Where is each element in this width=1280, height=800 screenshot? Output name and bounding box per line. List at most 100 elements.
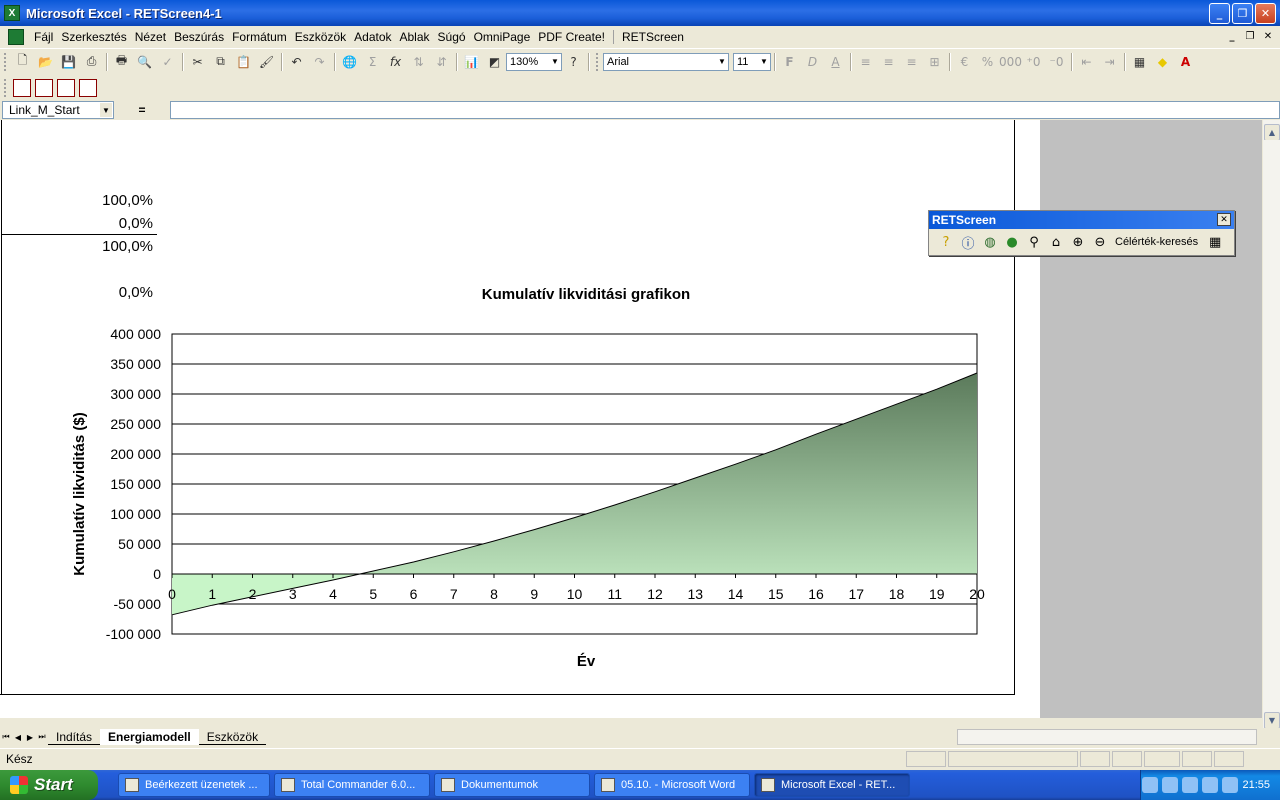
print-preview-icon[interactable]: 🔍 <box>133 51 156 73</box>
chart-wizard-icon[interactable]: 📊 <box>460 51 483 73</box>
tray-network-icon[interactable] <box>1202 777 1219 793</box>
menu-file[interactable]: Fájl <box>30 30 57 44</box>
tab-energiamodell[interactable]: Energiamodell <box>100 729 199 745</box>
globe-icon[interactable]: ◍ <box>979 231 1001 253</box>
menu-window[interactable]: Ablak <box>396 30 434 44</box>
increase-decimal-icon[interactable]: ⁺0 <box>1022 51 1045 73</box>
zoom-out-icon[interactable]: ⊖ <box>1089 231 1111 253</box>
font-name-select[interactable]: Arial ▼ <box>603 52 729 71</box>
workbook-minimize-button[interactable]: _ <box>1224 29 1240 43</box>
copy-icon[interactable]: ⧉ <box>209 51 232 73</box>
vertical-scrollbar[interactable]: ▲ ▼ <box>1262 120 1280 730</box>
save-icon[interactable]: 💾 <box>57 51 80 73</box>
zoom-in-icon[interactable]: ⊕ <box>1067 231 1089 253</box>
menu-omnipage[interactable]: OmniPage <box>470 30 535 44</box>
menu-format[interactable]: Formátum <box>228 30 291 44</box>
menu-pdf-create[interactable]: PDF Create! <box>534 30 609 44</box>
decrease-indent-icon[interactable]: ⇤ <box>1075 51 1098 73</box>
info-icon[interactable]: ⓘ <box>957 231 979 253</box>
drawing-icon[interactable]: ◩ <box>483 51 506 73</box>
pdf-page-icon[interactable] <box>79 78 97 97</box>
toolbar-grip[interactable] <box>596 52 599 71</box>
new-icon[interactable]: 🗋 <box>11 51 34 73</box>
redo-icon[interactable]: ↷ <box>308 51 331 73</box>
fill-color-icon[interactable]: ◆ <box>1151 51 1174 73</box>
cumulative-cash-flow-chart[interactable]: Kumulatív likviditási grafikon 400 00035… <box>0 120 1014 695</box>
chevron-down-icon[interactable]: ▼ <box>100 103 112 117</box>
close-button[interactable]: ✕ <box>1255 3 1276 24</box>
menu-insert[interactable]: Beszúrás <box>170 30 228 44</box>
name-box[interactable]: Link_M_Start ▼ <box>2 101 114 119</box>
menu-help[interactable]: Súgó <box>434 30 470 44</box>
retscreen-toolbar-close-button[interactable]: ✕ <box>1217 213 1231 226</box>
pdf-email-icon[interactable] <box>35 78 53 97</box>
retscreen-toolbar-title[interactable]: RETScreen <box>929 211 1234 229</box>
decrease-decimal-icon[interactable]: ⁻0 <box>1045 51 1068 73</box>
toolbar-grip[interactable] <box>4 52 7 71</box>
next-sheet-icon[interactable]: ▶ <box>24 730 36 744</box>
italic-icon[interactable]: D <box>801 51 824 73</box>
help-icon[interactable]: ? <box>562 51 585 73</box>
menu-tools[interactable]: Eszközök <box>291 30 350 44</box>
tray-wifi-icon[interactable] <box>1222 777 1239 793</box>
currency-icon[interactable]: € <box>953 51 976 73</box>
comma-style-icon[interactable]: 000 <box>999 51 1022 73</box>
maximize-button[interactable]: ❐ <box>1232 3 1253 24</box>
scroll-up-icon[interactable]: ▲ <box>1264 124 1280 141</box>
taskbar-documents[interactable]: Dokumentumok <box>434 773 590 797</box>
paste-icon[interactable]: 📋 <box>232 51 255 73</box>
borders-icon[interactable]: ▦ <box>1128 51 1151 73</box>
align-center-icon[interactable]: ≡ <box>877 51 900 73</box>
tray-security-icon[interactable] <box>1162 777 1179 793</box>
taskbar-word[interactable]: 05.10. - Microsoft Word <box>594 773 750 797</box>
workbook-close-button[interactable]: ✕ <box>1260 29 1276 43</box>
cut-icon[interactable]: ✂ <box>186 51 209 73</box>
calculator-icon[interactable]: ▦ <box>1204 231 1226 253</box>
tab-eszkozok[interactable]: Eszközök <box>198 729 267 745</box>
goal-seek-button[interactable]: Célérték-keresés <box>1115 236 1198 248</box>
help-question-icon[interactable]: ? <box>935 231 957 253</box>
excel-app-icon[interactable]: X <box>4 5 20 21</box>
home-icon[interactable]: ⌂ <box>1045 231 1067 253</box>
menu-edit[interactable]: Szerkesztés <box>57 30 130 44</box>
autosum-icon[interactable]: Σ <box>361 51 384 73</box>
vertical-scroll-thumb[interactable] <box>1264 140 1280 600</box>
print-icon[interactable]: 🖶 <box>110 51 133 73</box>
align-right-icon[interactable]: ≡ <box>900 51 923 73</box>
sort-ascending-icon[interactable]: ⇅ <box>407 51 430 73</box>
font-color-icon[interactable]: A <box>1174 51 1197 73</box>
minimize-button[interactable]: _ <box>1209 3 1230 24</box>
world-icon[interactable]: ● <box>1001 231 1023 253</box>
last-sheet-icon[interactable]: ⏭ <box>36 730 48 744</box>
zoom-select[interactable]: 130% ▼ <box>506 52 562 71</box>
menu-data[interactable]: Adatok <box>350 30 395 44</box>
menu-retscreen[interactable]: RETScreen <box>618 30 688 44</box>
start-button[interactable]: Start <box>0 770 98 800</box>
sort-descending-icon[interactable]: ⇵ <box>430 51 453 73</box>
taskbar-outlook[interactable]: Beérkezett üzenetek ... <box>118 773 270 797</box>
workbook-icon[interactable] <box>8 29 24 45</box>
insert-function-icon[interactable]: fx <box>384 51 407 73</box>
horizontal-scrollbar[interactable] <box>957 729 1257 745</box>
prev-sheet-icon[interactable]: ◀ <box>12 730 24 744</box>
tab-inditas[interactable]: Indítás <box>48 729 101 745</box>
align-left-icon[interactable]: ≡ <box>854 51 877 73</box>
open-icon[interactable]: 📂 <box>34 51 57 73</box>
binoculars-icon[interactable]: ⚲ <box>1023 231 1045 253</box>
first-sheet-icon[interactable]: ⏮ <box>0 730 12 744</box>
pdf-settings-icon[interactable] <box>57 78 75 97</box>
format-painter-icon[interactable]: 🖌 <box>255 51 278 73</box>
menu-view[interactable]: Nézet <box>131 30 170 44</box>
underline-icon[interactable]: A <box>824 51 847 73</box>
taskbar-total-commander[interactable]: Total Commander 6.0... <box>274 773 430 797</box>
increase-indent-icon[interactable]: ⇥ <box>1098 51 1121 73</box>
formula-input[interactable] <box>170 101 1280 119</box>
workbook-restore-button[interactable]: ❐ <box>1242 29 1258 43</box>
hyperlink-icon[interactable]: 🌐 <box>338 51 361 73</box>
undo-icon[interactable]: ↶ <box>285 51 308 73</box>
font-size-select[interactable]: 11 ▼ <box>733 52 771 71</box>
scroll-down-icon[interactable]: ▼ <box>1264 712 1280 729</box>
toolbar-grip[interactable] <box>4 78 7 97</box>
merge-center-icon[interactable]: ⊞ <box>923 51 946 73</box>
percent-icon[interactable]: % <box>976 51 999 73</box>
